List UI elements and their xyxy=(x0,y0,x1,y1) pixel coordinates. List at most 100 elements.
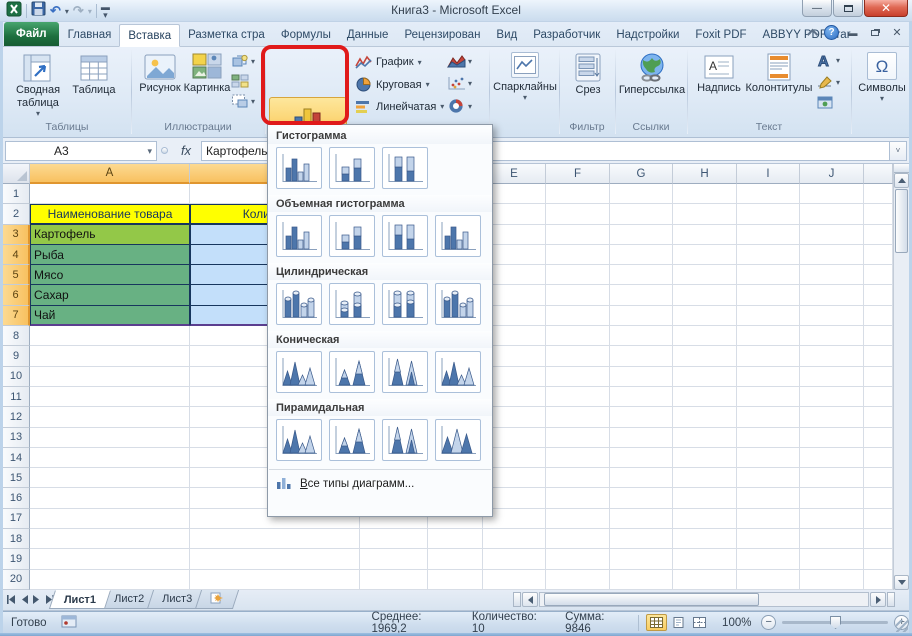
line-chart-button[interactable]: График▾ xyxy=(355,55,422,69)
macro-record-icon[interactable] xyxy=(61,615,77,631)
cell-H14[interactable] xyxy=(673,448,737,468)
cell-G7[interactable] xyxy=(610,306,673,326)
object-button[interactable] xyxy=(817,95,834,110)
cell-J5[interactable] xyxy=(800,265,864,285)
cell-A11[interactable] xyxy=(30,387,190,407)
cell-F11[interactable] xyxy=(546,387,610,407)
chart-type-3d-stacked-column-100[interactable] xyxy=(382,215,428,257)
clipart-button[interactable]: Картинка xyxy=(183,50,231,95)
cell-B18[interactable] xyxy=(190,529,360,549)
cell-G19[interactable] xyxy=(610,549,673,569)
cell-X3[interactable] xyxy=(864,225,893,245)
cell-F20[interactable] xyxy=(546,570,610,590)
cell-A18[interactable] xyxy=(30,529,190,549)
row-header-4[interactable]: 4 xyxy=(3,245,30,265)
cell-A17[interactable] xyxy=(30,509,190,529)
cell-I16[interactable] xyxy=(737,488,800,508)
cell-F10[interactable] xyxy=(546,367,610,387)
cell-E20[interactable] xyxy=(483,570,546,590)
name-box[interactable]: A3 ▾ xyxy=(5,141,157,161)
close-button[interactable]: ✕ xyxy=(864,0,908,17)
workbook-restore-icon[interactable] xyxy=(867,26,883,39)
cell-X14[interactable] xyxy=(864,448,893,468)
horizontal-split-handle[interactable] xyxy=(887,592,895,607)
tab-developer[interactable]: Разработчик xyxy=(525,23,608,46)
cell-H9[interactable] xyxy=(673,346,737,366)
cell-G17[interactable] xyxy=(610,509,673,529)
cell-A7[interactable]: Чай xyxy=(30,306,190,326)
row-header-19[interactable]: 19 xyxy=(3,549,30,569)
chart-type-clustered-cone[interactable] xyxy=(276,351,322,393)
cell-X13[interactable] xyxy=(864,428,893,448)
prev-sheet-icon[interactable] xyxy=(21,591,28,609)
cell-A15[interactable] xyxy=(30,468,190,488)
cell-I2[interactable] xyxy=(737,204,800,224)
chart-type-stacked-cylinder[interactable] xyxy=(329,283,375,325)
cell-J3[interactable] xyxy=(800,225,864,245)
vertical-scrollbar[interactable] xyxy=(893,164,909,590)
insert-function-icon[interactable]: fx xyxy=(171,143,201,159)
cell-J2[interactable] xyxy=(800,204,864,224)
cell-A6[interactable]: Сахар xyxy=(30,285,190,305)
slicer-button[interactable]: Срез xyxy=(563,50,613,97)
cell-F17[interactable] xyxy=(546,509,610,529)
cell-A4[interactable]: Рыба xyxy=(30,245,190,265)
cell-G2[interactable] xyxy=(610,204,673,224)
cell-H15[interactable] xyxy=(673,468,737,488)
cell-X1[interactable] xyxy=(864,184,893,204)
chart-type-3d-stacked-column[interactable] xyxy=(329,215,375,257)
insert-worksheet-tab[interactable] xyxy=(195,590,239,609)
row-header-20[interactable]: 20 xyxy=(3,570,30,590)
cell-X7[interactable] xyxy=(864,306,893,326)
cell-G15[interactable] xyxy=(610,468,673,488)
cell-I5[interactable] xyxy=(737,265,800,285)
normal-view-button[interactable] xyxy=(646,614,667,631)
cell-X6[interactable] xyxy=(864,285,893,305)
cell-H12[interactable] xyxy=(673,407,737,427)
cell-F12[interactable] xyxy=(546,407,610,427)
cell-J13[interactable] xyxy=(800,428,864,448)
cell-J17[interactable] xyxy=(800,509,864,529)
chart-type-stacked-cone-100[interactable] xyxy=(382,351,428,393)
cell-A3[interactable]: Картофель xyxy=(30,225,190,245)
name-box-arrow[interactable]: ▾ xyxy=(147,146,152,157)
cell-A5[interactable]: Мясо xyxy=(30,265,190,285)
cell-F9[interactable] xyxy=(546,346,610,366)
row-header-3[interactable]: 3 xyxy=(3,225,30,245)
cell-F18[interactable] xyxy=(546,529,610,549)
zoom-slider-thumb[interactable] xyxy=(830,616,841,629)
cell-H5[interactable] xyxy=(673,265,737,285)
cell-F8[interactable] xyxy=(546,326,610,346)
cell-F7[interactable] xyxy=(546,306,610,326)
cell-D18[interactable] xyxy=(428,529,483,549)
tab-review[interactable]: Рецензирован xyxy=(396,23,488,46)
cell-G10[interactable] xyxy=(610,367,673,387)
scroll-up-button[interactable] xyxy=(894,173,909,188)
tab-formulas[interactable]: Формулы xyxy=(273,23,339,46)
chart-type-clustered-pyramid[interactable] xyxy=(276,419,322,461)
cell-I10[interactable] xyxy=(737,367,800,387)
cell-A16[interactable] xyxy=(30,488,190,508)
cell-I11[interactable] xyxy=(737,387,800,407)
chart-type-stacked-column-100[interactable] xyxy=(382,147,428,189)
cell-A13[interactable] xyxy=(30,428,190,448)
tab-insert[interactable]: Вставка xyxy=(119,24,180,47)
row-header-18[interactable]: 18 xyxy=(3,529,30,549)
cell-A8[interactable] xyxy=(30,326,190,346)
cell-A14[interactable] xyxy=(30,448,190,468)
header-footer-button[interactable]: Колонтитулы xyxy=(745,50,813,95)
cell-H7[interactable] xyxy=(673,306,737,326)
cell-F14[interactable] xyxy=(546,448,610,468)
doughnut-chart-button[interactable]: ▾ xyxy=(447,98,472,114)
formula-bar-splitter[interactable] xyxy=(157,141,171,161)
cell-J14[interactable] xyxy=(800,448,864,468)
cell-J16[interactable] xyxy=(800,488,864,508)
horizontal-scrollbar[interactable] xyxy=(539,592,869,607)
sparklines-button[interactable]: Спарклайны ▾ xyxy=(493,50,557,101)
picture-button[interactable]: Рисунок xyxy=(137,50,183,95)
page-break-view-button[interactable] xyxy=(689,614,710,631)
cell-A10[interactable] xyxy=(30,367,190,387)
cell-G1[interactable] xyxy=(610,184,673,204)
cell-F16[interactable] xyxy=(546,488,610,508)
cell-H8[interactable] xyxy=(673,326,737,346)
